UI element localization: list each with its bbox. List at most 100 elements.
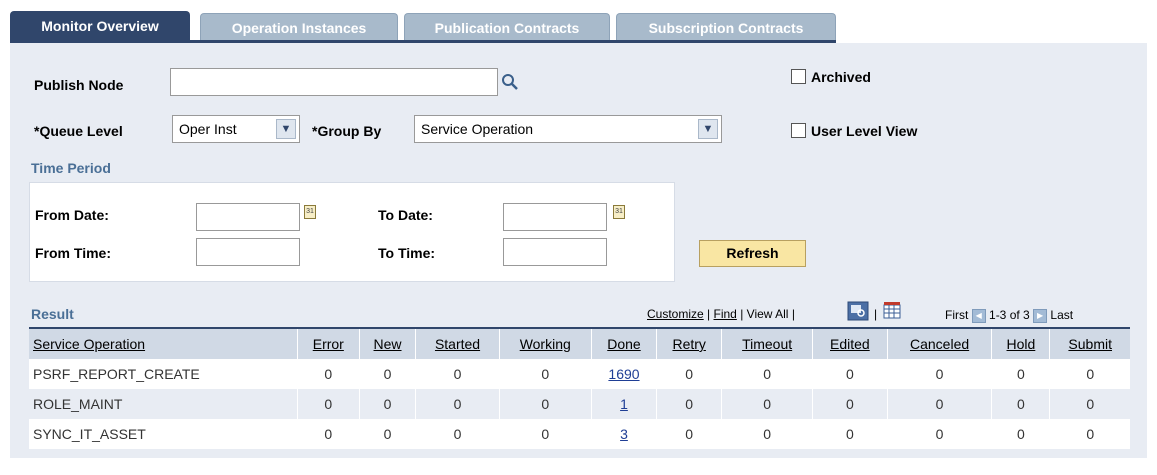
- col-new[interactable]: New: [358, 327, 416, 359]
- queue-level-value: Oper Inst: [179, 121, 237, 137]
- time-period-box: From Date: 31 To Date: 31 From Time: To …: [29, 182, 675, 282]
- cell-timeout: 0: [721, 389, 813, 419]
- group-by-value: Service Operation: [421, 121, 534, 137]
- archived-checkbox[interactable]: [791, 69, 806, 84]
- chevron-down-icon: ▼: [276, 119, 296, 139]
- to-time-label: To Time:: [378, 245, 436, 261]
- to-time-input[interactable]: [503, 238, 607, 266]
- cell-started: 0: [415, 359, 500, 389]
- cell-timeout: 0: [721, 359, 813, 389]
- cell-service-operation: SYNC_IT_ASSET: [29, 419, 298, 449]
- tab-publication-contracts[interactable]: Publication Contracts: [404, 13, 610, 41]
- col-timeout[interactable]: Timeout: [721, 327, 813, 359]
- done-count-link[interactable]: 1: [620, 396, 628, 412]
- result-grid: Service Operation Error New Started Work…: [29, 327, 1130, 449]
- group-by-select[interactable]: Service Operation ▼: [414, 115, 722, 143]
- grid-toolbar: Customize | Find | View All |: [647, 307, 795, 321]
- cell-new: 0: [358, 389, 416, 419]
- cell-service-operation: PSRF_REPORT_CREATE: [29, 359, 298, 389]
- cell-submit: 0: [1049, 359, 1130, 389]
- col-started[interactable]: Started: [415, 327, 500, 359]
- table-row: PSRF_REPORT_CREATE 0 0 0 0 1690 0 0 0 0 …: [29, 359, 1130, 389]
- refresh-button[interactable]: Refresh: [699, 240, 806, 267]
- to-date-label: To Date:: [378, 207, 433, 223]
- group-by-label: *Group By: [312, 123, 382, 139]
- queue-level-label: *Queue Level: [34, 123, 123, 139]
- from-time-label: From Time:: [35, 245, 111, 261]
- from-time-input[interactable]: [196, 238, 300, 266]
- cell-started: 0: [415, 419, 500, 449]
- cell-new: 0: [358, 419, 416, 449]
- cell-error: 0: [297, 419, 360, 449]
- col-done[interactable]: Done: [590, 327, 657, 359]
- result-title: Result: [31, 306, 74, 322]
- separator: |: [740, 307, 744, 321]
- col-retry[interactable]: Retry: [656, 327, 722, 359]
- publish-node-input[interactable]: [170, 68, 498, 96]
- cell-hold: 0: [991, 389, 1050, 419]
- cell-canceled: 0: [886, 389, 992, 419]
- pager-first[interactable]: First: [945, 308, 968, 322]
- cell-canceled: 0: [886, 359, 992, 389]
- monitor-overview-panel: Publish Node Archived *Queue Level Oper …: [10, 43, 1147, 458]
- cell-retry: 0: [656, 419, 722, 449]
- cell-edited: 0: [811, 359, 888, 389]
- done-count-link[interactable]: 3: [620, 426, 628, 442]
- cell-canceled: 0: [886, 419, 992, 449]
- cell-error: 0: [297, 389, 360, 419]
- pager-last[interactable]: Last: [1050, 308, 1073, 322]
- pager-range: 1-3 of 3: [989, 308, 1030, 322]
- cell-retry: 0: [656, 389, 722, 419]
- done-count-link[interactable]: 1690: [608, 366, 639, 382]
- user-level-view-checkbox[interactable]: [791, 123, 806, 138]
- separator: |: [791, 307, 795, 321]
- publish-node-label: Publish Node: [34, 77, 124, 93]
- col-canceled[interactable]: Canceled: [886, 327, 992, 359]
- cell-done: 1: [590, 389, 657, 419]
- cell-edited: 0: [811, 389, 888, 419]
- cell-done: 3: [590, 419, 657, 449]
- download-grid-icon[interactable]: [883, 301, 901, 319]
- cell-working: 0: [498, 359, 592, 389]
- cell-edited: 0: [811, 419, 888, 449]
- cell-service-operation: ROLE_MAINT: [29, 389, 298, 419]
- cell-done: 1690: [590, 359, 657, 389]
- pager: First ◀ 1-3 of 3 ▶ Last: [945, 308, 1073, 323]
- tab-subscription-contracts[interactable]: Subscription Contracts: [616, 13, 836, 41]
- cell-error: 0: [297, 359, 360, 389]
- next-page-icon[interactable]: ▶: [1033, 308, 1048, 323]
- grid-header-row: Service Operation Error New Started Work…: [29, 327, 1130, 359]
- col-working[interactable]: Working: [498, 327, 592, 359]
- separator: |: [874, 307, 878, 321]
- find-link[interactable]: Find: [714, 307, 737, 321]
- cell-submit: 0: [1049, 419, 1130, 449]
- tab-operation-instances[interactable]: Operation Instances: [200, 13, 398, 41]
- chevron-down-icon: ▼: [698, 119, 718, 139]
- tab-monitor-overview[interactable]: Monitor Overview: [10, 11, 190, 41]
- customize-link[interactable]: Customize: [647, 307, 704, 321]
- table-row: SYNC_IT_ASSET 0 0 0 0 3 0 0 0 0 0 0: [29, 419, 1130, 449]
- col-submit[interactable]: Submit: [1049, 327, 1130, 359]
- col-error[interactable]: Error: [297, 327, 360, 359]
- calendar-icon[interactable]: 31: [613, 205, 625, 219]
- cell-timeout: 0: [721, 419, 813, 449]
- cell-hold: 0: [991, 359, 1050, 389]
- from-date-input[interactable]: [196, 203, 300, 231]
- cell-working: 0: [498, 389, 592, 419]
- time-period-title: Time Period: [31, 160, 111, 176]
- to-date-input[interactable]: [503, 203, 607, 231]
- cell-retry: 0: [656, 359, 722, 389]
- zoom-icon[interactable]: [847, 301, 869, 321]
- col-service-operation[interactable]: Service Operation: [29, 327, 298, 359]
- previous-page-icon[interactable]: ◀: [971, 308, 986, 323]
- lookup-magnifier-icon[interactable]: [501, 73, 519, 91]
- separator: |: [707, 307, 711, 321]
- calendar-icon[interactable]: 31: [304, 205, 316, 219]
- queue-level-select[interactable]: Oper Inst ▼: [172, 115, 300, 143]
- cell-new: 0: [358, 359, 416, 389]
- cell-submit: 0: [1049, 389, 1130, 419]
- view-all-link[interactable]: View All: [747, 307, 789, 321]
- col-edited[interactable]: Edited: [811, 327, 888, 359]
- col-hold[interactable]: Hold: [991, 327, 1050, 359]
- table-row: ROLE_MAINT 0 0 0 0 1 0 0 0 0 0 0: [29, 389, 1130, 419]
